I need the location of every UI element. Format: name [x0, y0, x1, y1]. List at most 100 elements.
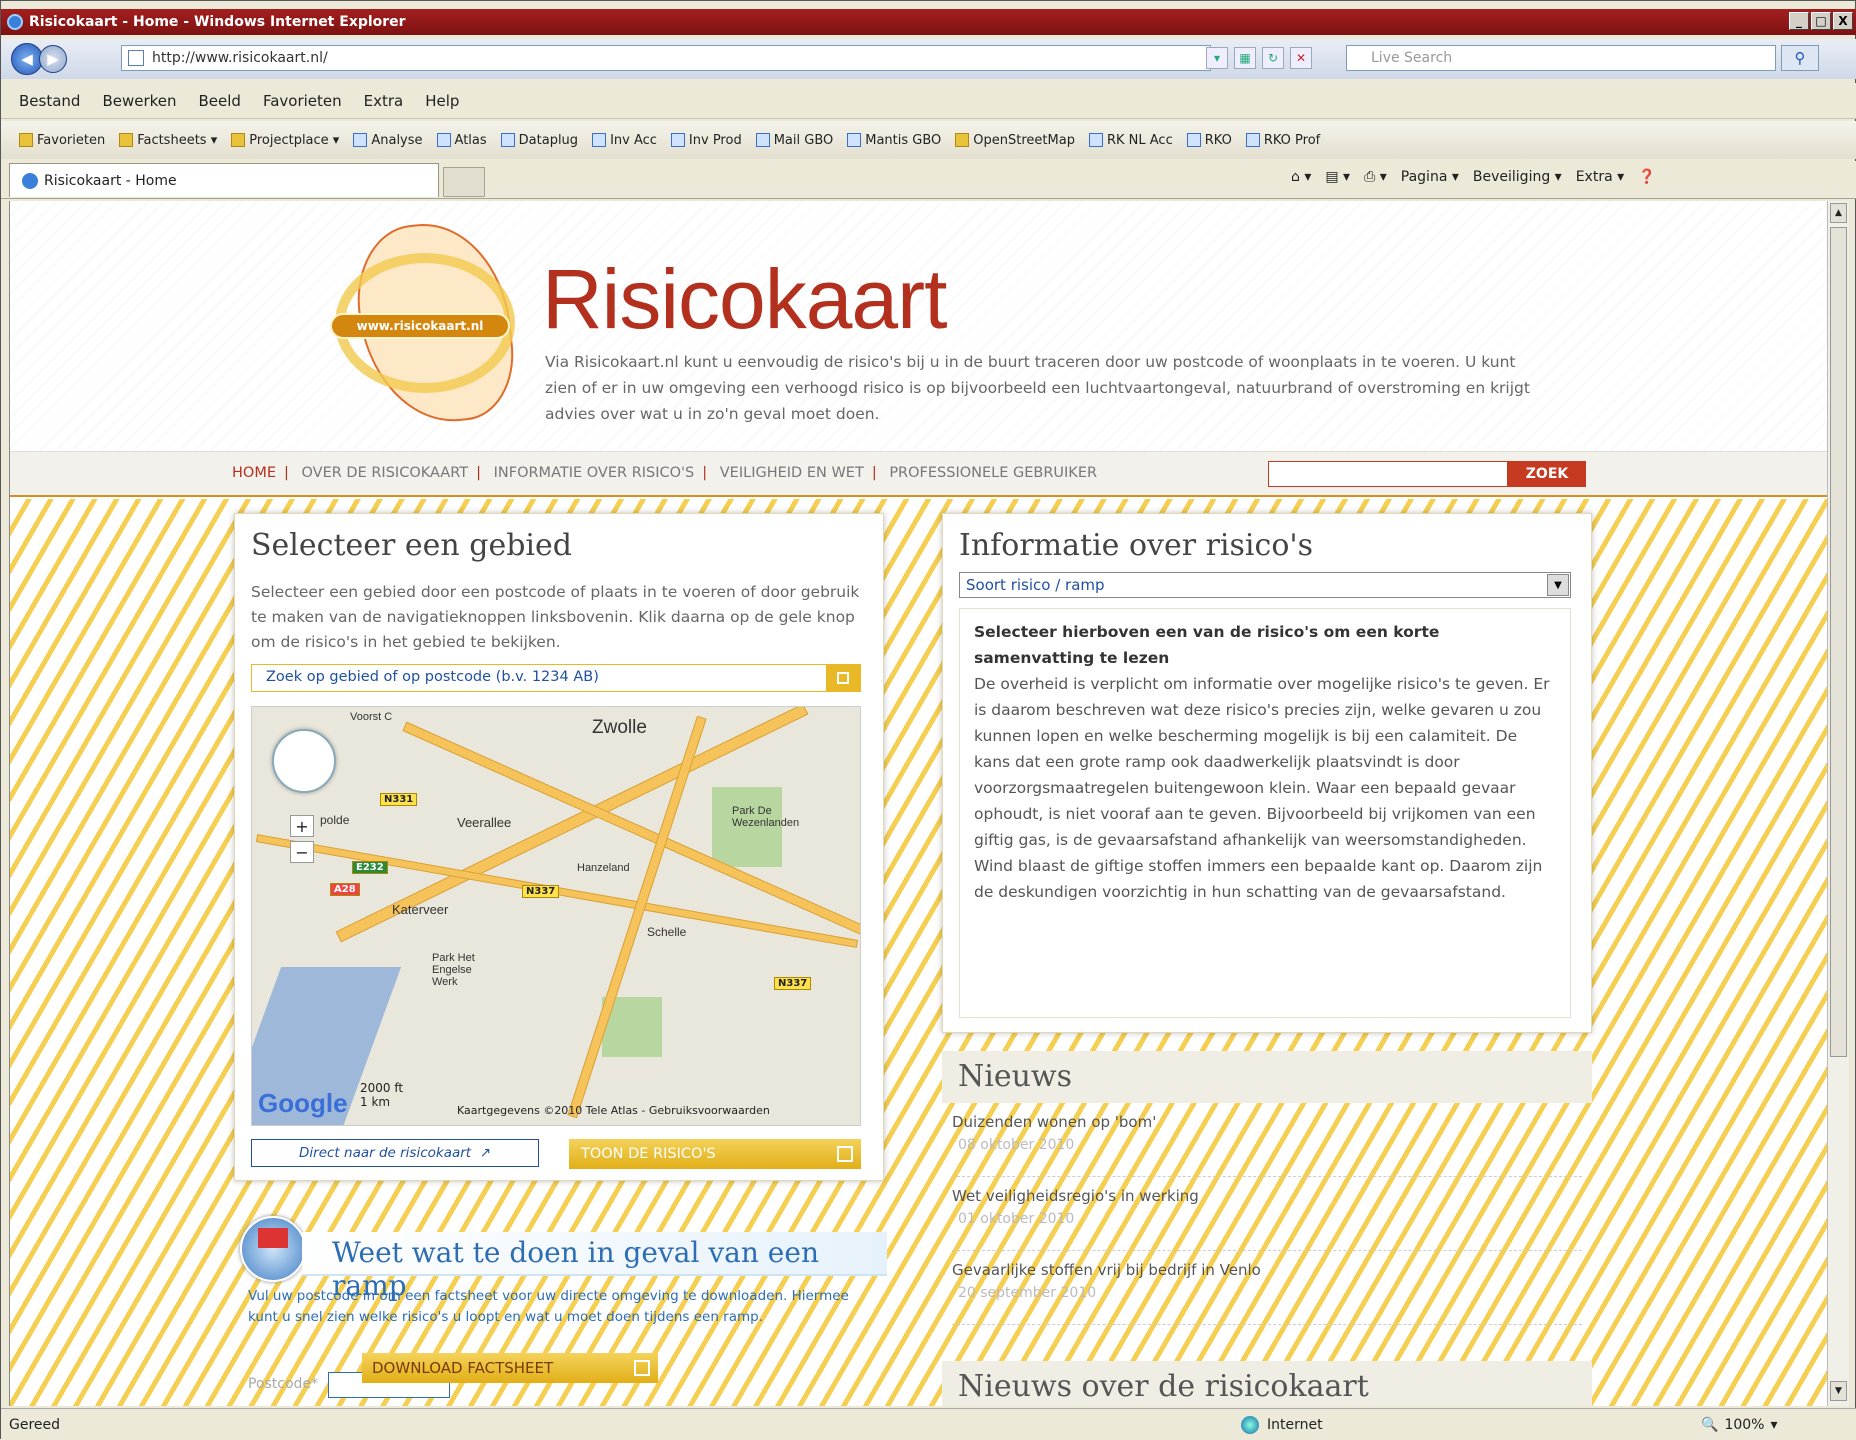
- mantis-icon: [847, 133, 862, 147]
- risicokaart-logo[interactable]: www.risicokaart.nl: [330, 215, 530, 431]
- weet-text: Vul uw postcode in om een factsheet voor…: [248, 1288, 849, 1325]
- globe-icon: [1241, 1415, 1259, 1434]
- map-label: Hanzeland: [577, 862, 630, 874]
- scroll-down-icon[interactable]: ▼: [1830, 1381, 1847, 1401]
- map-scale: 2000 ft 1 km: [360, 1081, 404, 1109]
- menu-favorieten[interactable]: Favorieten: [263, 92, 342, 110]
- map-label: Katerveer: [392, 902, 449, 917]
- search-go-icon[interactable]: [826, 665, 860, 691]
- live-search-input[interactable]: Live Search: [1346, 45, 1776, 71]
- folder-icon: [119, 133, 134, 147]
- fav-dataplug[interactable]: Dataplug: [500, 133, 578, 148]
- url-input[interactable]: http://www.risicokaart.nl/: [121, 45, 1211, 71]
- map-label: Park De Wezenlanden: [732, 805, 800, 829]
- risk-type-select[interactable]: Soort risico / ramp ▼: [959, 572, 1571, 598]
- zoom-out-icon[interactable]: −: [290, 841, 314, 863]
- ie-page-icon: [1088, 133, 1103, 147]
- address-bar: ◀ ▶ http://www.risicokaart.nl/ ▾ ▦ ↻ ✕ L…: [1, 39, 1856, 79]
- compat-icon[interactable]: ▦: [1234, 47, 1256, 69]
- close-button[interactable]: X: [1833, 12, 1853, 30]
- news-item[interactable]: Gevaarlijke stoffen vrij bij bedrijf in …: [952, 1261, 1582, 1325]
- menu-extra[interactable]: Extra: [364, 92, 404, 110]
- toon-risicos-button[interactable]: TOON DE RISICO'S: [569, 1139, 861, 1169]
- fav-mail-gbo[interactable]: Mail GBO: [755, 133, 833, 148]
- main-nav: HOME | OVER DE RISICOKAART | INFORMATIE OV…: [10, 451, 1827, 497]
- ie-page-icon: [500, 133, 515, 147]
- weet-title: Weet wat te doen in geval van een ramp: [302, 1232, 887, 1302]
- fav-inv-acc[interactable]: Inv Acc: [592, 133, 657, 148]
- maximize-button[interactable]: □: [1811, 12, 1831, 30]
- fav-projectplace[interactable]: Projectplace ▾: [231, 133, 339, 148]
- direct-map-link[interactable]: Direct naar de risicokaart ↗: [251, 1139, 539, 1167]
- menu-bewerken[interactable]: Bewerken: [102, 92, 176, 110]
- fav-mantis-gbo[interactable]: Mantis GBO: [847, 133, 941, 148]
- info-heading: Selecteer hierboven een van de risico's …: [974, 623, 1440, 667]
- download-factsheet-button[interactable]: DOWNLOAD FACTSHEET: [362, 1353, 658, 1383]
- site-header: www.risicokaart.nl Risicokaart Via Risic…: [10, 201, 1827, 451]
- fav-inv-prod[interactable]: Inv Prod: [670, 133, 742, 148]
- new-tab-button[interactable]: [443, 167, 485, 197]
- news-risicokaart-title: Nieuws over de risicokaart: [942, 1361, 1592, 1406]
- fav-factsheets[interactable]: Factsheets ▾: [119, 133, 217, 148]
- vertical-scrollbar[interactable]: ▲ ▼: [1827, 201, 1849, 1406]
- zoek-button[interactable]: ZOEK: [1508, 461, 1586, 487]
- ie-page-icon: [592, 133, 607, 147]
- select-area-panel: Selecteer een gebied Selecteer een gebie…: [234, 513, 884, 1181]
- minimize-button[interactable]: _: [1789, 12, 1809, 30]
- arrow-icon: [634, 1360, 650, 1376]
- site-search-input[interactable]: [1268, 461, 1508, 487]
- news-item[interactable]: Duizenden wonen op 'bom' 08 oktober 2010: [952, 1113, 1582, 1177]
- stop-icon[interactable]: ✕: [1290, 47, 1312, 69]
- forward-icon[interactable]: ▶: [39, 45, 67, 73]
- fav-atlas[interactable]: Atlas: [436, 133, 487, 148]
- panel-title: Selecteer een gebied: [251, 528, 572, 563]
- ie-icon: [22, 172, 38, 189]
- ie-page-icon: [670, 133, 685, 147]
- pagina-menu[interactable]: Pagina ▾: [1401, 169, 1459, 185]
- road-shield: N337: [774, 977, 812, 990]
- nav-veiligheid[interactable]: VEILIGHEID EN WET: [720, 465, 864, 481]
- zoom-control[interactable]: 🔍 100% ▾: [1701, 1417, 1778, 1433]
- print-icon[interactable]: ⎙ ▾: [1364, 169, 1387, 185]
- map-attribution[interactable]: Kaartgegevens ©2010 Tele Atlas - Gebruik…: [457, 1104, 770, 1117]
- tab-risicokaart[interactable]: Risicokaart - Home: [9, 163, 439, 197]
- nav-professioneel[interactable]: PROFESSIONELE GEBRUIKER: [889, 465, 1097, 481]
- fav-openstreetmap[interactable]: OpenStreetMap: [955, 133, 1075, 148]
- scroll-up-icon[interactable]: ▲: [1830, 203, 1847, 223]
- postcode-label: Postcode*: [248, 1376, 319, 1392]
- dropdown-icon[interactable]: ▾: [1206, 47, 1228, 69]
- pan-control-icon[interactable]: [272, 729, 336, 793]
- ie-page-icon: [1186, 133, 1201, 147]
- menu-help[interactable]: Help: [425, 92, 459, 110]
- refresh-icon[interactable]: ↻: [1262, 47, 1284, 69]
- home-icon[interactable]: ⌂ ▾: [1291, 169, 1311, 185]
- nav-informatie[interactable]: INFORMATIE OVER RISICO'S: [494, 465, 695, 481]
- ie-page-icon: [353, 133, 368, 147]
- feeds-icon[interactable]: ▤ ▾: [1325, 169, 1350, 185]
- nav-home[interactable]: HOME: [232, 465, 276, 481]
- favorites-button[interactable]: Favorieten: [19, 133, 105, 148]
- news-section: Nieuws Duizenden wonen op 'bom' 08 oktob…: [942, 1051, 1592, 1351]
- area-search-input[interactable]: Zoek op gebied of op postcode (b.v. 1234…: [251, 664, 861, 692]
- zoom-in-icon[interactable]: +: [290, 815, 314, 837]
- help-icon[interactable]: ❓: [1638, 169, 1655, 185]
- road-shield: N331: [380, 793, 418, 806]
- map-view[interactable]: Zwolle Voorst C Veerallee Hanzeland Kate…: [251, 706, 861, 1126]
- scroll-thumb[interactable]: [1830, 227, 1847, 1057]
- fav-rk-nl-acc[interactable]: RK NL Acc: [1088, 133, 1173, 148]
- search-icon[interactable]: ⚲: [1781, 45, 1819, 71]
- menu-beeld[interactable]: Beeld: [199, 92, 241, 110]
- nav-over[interactable]: OVER DE RISICOKAART: [302, 465, 469, 481]
- fav-rko-prof[interactable]: RKO Prof: [1245, 133, 1320, 148]
- window-title: Risicokaart - Home - Windows Internet Ex…: [29, 14, 406, 30]
- news-item[interactable]: Wet veiligheidsregio's in werking 01 okt…: [952, 1187, 1582, 1251]
- fav-rko[interactable]: RKO: [1186, 133, 1232, 148]
- map-label: Veerallee: [457, 815, 512, 830]
- info-panel: Informatie over risico's Soort risico / …: [942, 513, 1592, 1033]
- extra-menu[interactable]: Extra ▾: [1576, 169, 1624, 185]
- security-zone[interactable]: Internet: [1241, 1415, 1323, 1434]
- beveiliging-menu[interactable]: Beveiliging ▾: [1473, 169, 1562, 185]
- menu-bestand[interactable]: Bestand: [19, 92, 80, 110]
- news-title: Nieuws: [942, 1051, 1592, 1103]
- fav-analyse[interactable]: Analyse: [353, 133, 423, 148]
